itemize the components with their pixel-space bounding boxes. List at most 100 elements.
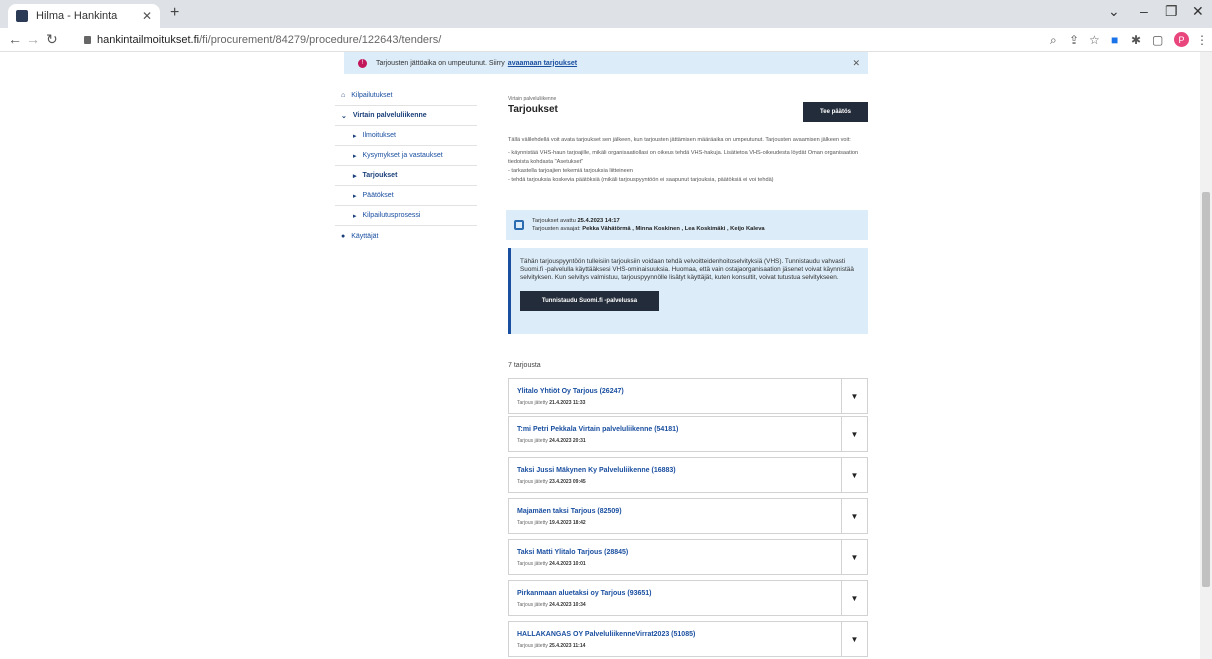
offer-name[interactable]: Majamäen taksi Tarjous (82509) (517, 508, 622, 515)
extension-icon[interactable]: ■ (1111, 33, 1118, 47)
alert-exclamation-icon: ! (358, 58, 367, 68)
suomi-fi-auth-button[interactable]: Tunnistaudu Suomi.fi -palvelussa (520, 291, 659, 311)
browser-toolbar: ← → ↻ hankintailmoitukset.fi /fi/procure… (0, 28, 1212, 52)
browser-tab-bar: Hilma - Hankinta ✕ + ⌄ – ❐ ✕ (0, 0, 1212, 28)
share-icon[interactable]: ⇪ (1069, 33, 1079, 47)
expand-caret-icon[interactable]: ▼ (841, 622, 867, 656)
caret-right-icon: ▸ (353, 132, 357, 140)
window-close-icon[interactable]: ✕ (1192, 3, 1204, 20)
expand-caret-icon[interactable]: ▼ (841, 581, 867, 615)
intro-list-item: - tehdä tarjouksia koskevia päätöksiä (m… (508, 177, 774, 183)
offer-date: Tarjous jätetty 24.4.2023 10:01 (517, 561, 586, 567)
address-bar[interactable]: hankintailmoitukset.fi /fi/procurement/8… (84, 32, 441, 48)
forward-icon[interactable]: → (26, 31, 40, 47)
alert-close-icon[interactable]: ✕ (852, 58, 860, 69)
restore-icon[interactable]: ❐ (1165, 3, 1178, 20)
offer-date-value: 23.4.2023 09:45 (549, 479, 586, 485)
offer-name[interactable]: Pirkanmaan aluetaksi oy Tarjous (93651) (517, 590, 652, 597)
tab-close-icon[interactable]: ✕ (142, 9, 152, 23)
caret-right-icon: ▸ (353, 192, 357, 200)
expand-caret-icon[interactable]: ▼ (841, 499, 867, 533)
opened-label: Tarjoukset avattu (532, 218, 576, 224)
alert-text: Tarjousten jättöaika on umpeutunut. Siir… (376, 59, 505, 67)
tab-search-icon[interactable]: ⌄ (1108, 3, 1120, 20)
expand-caret-icon[interactable]: ▼ (841, 417, 867, 451)
offer-date: Tarjous jätetty 21.4.2023 11:33 (517, 400, 585, 406)
reload-icon[interactable]: ↻ (46, 31, 58, 48)
vhs-text: Tähän tarjouspyyntöön tulleisiin tarjouk… (520, 258, 854, 281)
intro-paragraph: Tällä välilehdellä voit avata tarjoukset… (508, 137, 851, 143)
sidebar-item-label: Ilmoitukset (362, 132, 396, 139)
offer-name[interactable]: Ylitalo Yhtiöt Oy Tarjous (26247) (517, 388, 624, 395)
sidebar-item-ilmoitukset[interactable]: ▸ Ilmoitukset (335, 126, 477, 146)
offer-date: Tarjous jätetty 19.4.2023 18:42 (517, 520, 586, 526)
offer-card[interactable]: T:mi Petri Pekkala Virtain palveluliiken… (508, 416, 868, 452)
new-tab-button[interactable]: + (170, 4, 179, 22)
expand-caret-icon[interactable]: ▼ (841, 458, 867, 492)
sidebar-item-label: Käyttäjät (351, 232, 379, 240)
offer-date-value: 25.4.2023 11:14 (549, 643, 586, 649)
offer-card[interactable]: Ylitalo Yhtiöt Oy Tarjous (26247) Tarjou… (508, 378, 868, 414)
sidebar-item-kilpailutukset[interactable]: ⌂ Kilpailutukset (335, 86, 477, 106)
caret-right-icon: ▸ (353, 172, 357, 180)
sidebar-item-label: Tarjoukset (362, 172, 398, 179)
offer-date-value: 24.4.2023 10:01 (549, 561, 586, 567)
extensions-puzzle-icon[interactable]: ✱ (1131, 33, 1141, 47)
offer-card[interactable]: Majamäen taksi Tarjous (82509) Tarjous j… (508, 498, 868, 534)
tab-title: Hilma - Hankinta (36, 10, 118, 22)
sidebar-item-kilpailutusprosessi[interactable]: ▸ Kilpailutusprosessi (335, 206, 477, 226)
offer-date-label: Tarjous jätetty (517, 479, 548, 485)
open-tenders-link[interactable]: avaamaan tarjoukset (508, 60, 577, 67)
breadcrumb[interactable]: Virtain palveluliikenne (508, 96, 556, 102)
offer-name[interactable]: T:mi Petri Pekkala Virtain palveluliiken… (517, 426, 678, 433)
back-icon[interactable]: ← (8, 31, 22, 47)
offer-date: Tarjous jätetty 25.4.2023 11:14 (517, 643, 585, 649)
menu-dots-icon[interactable]: ⋮ (1196, 33, 1208, 47)
offer-date-label: Tarjous jätetty (517, 400, 548, 406)
site-favicon-icon (16, 10, 28, 22)
sidebar-item-label: Kysymykset ja vastaukset (362, 152, 443, 159)
offer-name[interactable]: HALLAKANGAS OY PalveluliikenneVirrat2023… (517, 631, 695, 638)
sidebar-item-paatokset[interactable]: ▸ Päätökset (335, 186, 477, 206)
sidebar-item-tarjoukset[interactable]: ▸ Tarjoukset (335, 166, 477, 186)
offer-date-label: Tarjous jätetty (517, 643, 548, 649)
profile-avatar[interactable]: P (1174, 32, 1189, 47)
url-path: /fi/procurement/84279/procedure/122643/t… (199, 34, 442, 46)
expand-caret-icon[interactable]: ▼ (841, 540, 867, 574)
bookmark-star-icon[interactable]: ☆ (1089, 33, 1100, 47)
sidebar-item-procurement[interactable]: ⌄ Virtain palveluliikenne (335, 106, 477, 126)
sidebar-nav: ⌂ Kilpailutukset ⌄ Virtain palveluliiken… (335, 86, 477, 246)
offer-date-label: Tarjous jätetty (517, 602, 548, 608)
offer-date: Tarjous jätetty 24.4.2023 10:34 (517, 602, 586, 608)
offer-card[interactable]: Taksi Jussi Mäkynen Ky Palveluliikenne (… (508, 457, 868, 493)
sidebar-item-kayttajat[interactable]: ● Käyttäjät (335, 226, 477, 246)
sidebar-item-kysymykset[interactable]: ▸ Kysymykset ja vastaukset (335, 146, 477, 166)
offer-card[interactable]: HALLAKANGAS OY PalveluliikenneVirrat2023… (508, 621, 868, 657)
offer-card[interactable]: Pirkanmaan aluetaksi oy Tarjous (93651) … (508, 580, 868, 616)
offer-date-value: 19.4.2023 18:42 (549, 520, 586, 526)
zoom-icon[interactable]: ⌕ (1050, 33, 1057, 48)
caret-right-icon: ▸ (353, 152, 357, 160)
offer-name[interactable]: Taksi Matti Ylitalo Tarjous (28845) (517, 549, 628, 556)
sidebar-item-label: Kilpailutusprosessi (362, 212, 421, 219)
offer-date: Tarjous jätetty 23.4.2023 09:45 (517, 479, 586, 485)
sidebar-item-label: Kilpailutukset (351, 92, 393, 99)
lock-icon (84, 36, 91, 44)
offer-date: Tarjous jätetty 24.4.2023 20:31 (517, 438, 586, 444)
minimize-icon[interactable]: – (1140, 3, 1148, 19)
page-title: Tarjoukset (508, 104, 558, 115)
sidebar-item-label: Virtain palveluliikenne (352, 112, 427, 119)
openers-label: Tarjousten avaajat: (532, 226, 581, 232)
make-decision-button[interactable]: Tee päätös (803, 102, 868, 122)
chevron-down-icon: ⌄ (341, 112, 347, 120)
openers-names: Pekka Vähätörmä , Minna Koskinen , Lea K… (582, 226, 765, 232)
expand-caret-icon[interactable]: ▼ (841, 379, 867, 413)
offer-date-label: Tarjous jätetty (517, 561, 548, 567)
page-scrollbar-thumb[interactable] (1202, 192, 1210, 587)
offer-card[interactable]: Taksi Matti Ylitalo Tarjous (28845) Tarj… (508, 539, 868, 575)
offer-name[interactable]: Taksi Jussi Mäkynen Ky Palveluliikenne (… (517, 467, 676, 474)
home-icon: ⌂ (341, 92, 346, 99)
offer-date-value: 24.4.2023 10:34 (549, 602, 586, 608)
side-panel-icon[interactable]: ▢ (1152, 33, 1163, 47)
browser-tab[interactable]: Hilma - Hankinta ✕ (8, 4, 160, 28)
